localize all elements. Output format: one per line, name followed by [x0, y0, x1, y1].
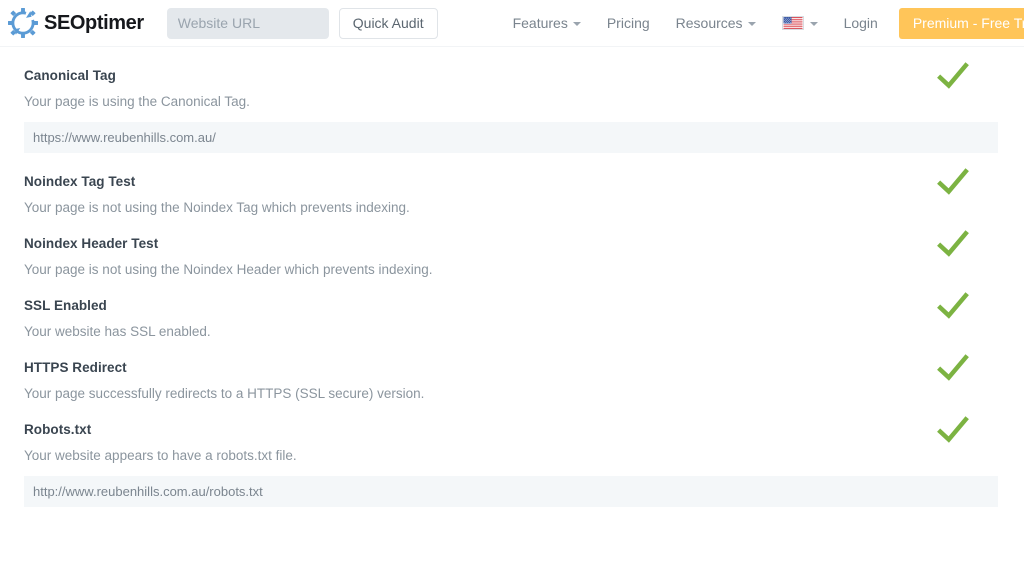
- check-title: Robots.txt: [24, 401, 1000, 437]
- main-navigation: Features Pricing Resources: [500, 8, 1024, 39]
- check-item-noindex-tag-test: Noindex Tag Test Your page is not using …: [0, 153, 1024, 215]
- us-flag-icon: [782, 16, 804, 30]
- site-header: SEOptimer Quick Audit Features Pricing R…: [0, 0, 1024, 47]
- nav-item-pricing[interactable]: Pricing: [594, 15, 663, 31]
- language-selector[interactable]: [769, 16, 831, 30]
- nav-item-login[interactable]: Login: [831, 15, 891, 31]
- check-item-robots-txt: Robots.txt Your website appears to have …: [0, 401, 1024, 507]
- check-item-ssl-enabled: SSL Enabled Your website has SSL enabled…: [0, 277, 1024, 339]
- check-title: Noindex Header Test: [24, 215, 1000, 251]
- brand-logo[interactable]: SEOptimer: [8, 8, 144, 38]
- nav-label-login: Login: [844, 15, 878, 31]
- check-url-value[interactable]: http://www.reubenhills.com.au/robots.txt: [24, 476, 998, 507]
- check-item-https-redirect: HTTPS Redirect Your page successfully re…: [0, 339, 1024, 401]
- nav-label-features: Features: [513, 15, 568, 31]
- check-description: Your page is not using the Noindex Tag w…: [24, 189, 1000, 215]
- green-check-icon: [936, 289, 970, 323]
- check-description: Your page is using the Canonical Tag.: [24, 83, 1000, 109]
- check-title: HTTPS Redirect: [24, 339, 1000, 375]
- green-check-icon: [936, 413, 970, 447]
- check-url-value[interactable]: https://www.reubenhills.com.au/: [24, 122, 998, 153]
- check-description: Your page successfully redirects to a HT…: [24, 375, 1000, 401]
- nav-item-resources[interactable]: Resources: [663, 15, 769, 31]
- check-description: Your website appears to have a robots.tx…: [24, 437, 1000, 463]
- chevron-down-icon: [748, 22, 756, 26]
- premium-free-trial-button[interactable]: Premium - Free Trial: [899, 8, 1024, 39]
- gear-refresh-icon: [8, 8, 38, 38]
- chevron-down-icon: [810, 22, 818, 26]
- check-title: Noindex Tag Test: [24, 153, 1000, 189]
- check-item-noindex-header-test: Noindex Header Test Your page is not usi…: [0, 215, 1024, 277]
- brand-name: SEOptimer: [44, 12, 144, 35]
- check-item-canonical-tag: Canonical Tag Your page is using the Can…: [0, 47, 1024, 153]
- nav-label-pricing: Pricing: [607, 15, 650, 31]
- check-description: Your website has SSL enabled.: [24, 313, 1000, 339]
- green-check-icon: [936, 351, 970, 385]
- website-url-input[interactable]: [167, 8, 329, 39]
- green-check-icon: [936, 59, 970, 93]
- chevron-down-icon: [573, 22, 581, 26]
- check-description: Your page is not using the Noindex Heade…: [24, 251, 1000, 277]
- check-title: Canonical Tag: [24, 47, 1000, 83]
- quick-audit-form: Quick Audit: [167, 8, 438, 39]
- green-check-icon: [936, 165, 970, 199]
- check-title: SSL Enabled: [24, 277, 1000, 313]
- green-check-icon: [936, 227, 970, 261]
- seo-check-list: Canonical Tag Your page is using the Can…: [0, 47, 1024, 507]
- nav-label-resources: Resources: [676, 15, 743, 31]
- nav-item-features[interactable]: Features: [500, 15, 594, 31]
- quick-audit-button[interactable]: Quick Audit: [339, 8, 438, 39]
